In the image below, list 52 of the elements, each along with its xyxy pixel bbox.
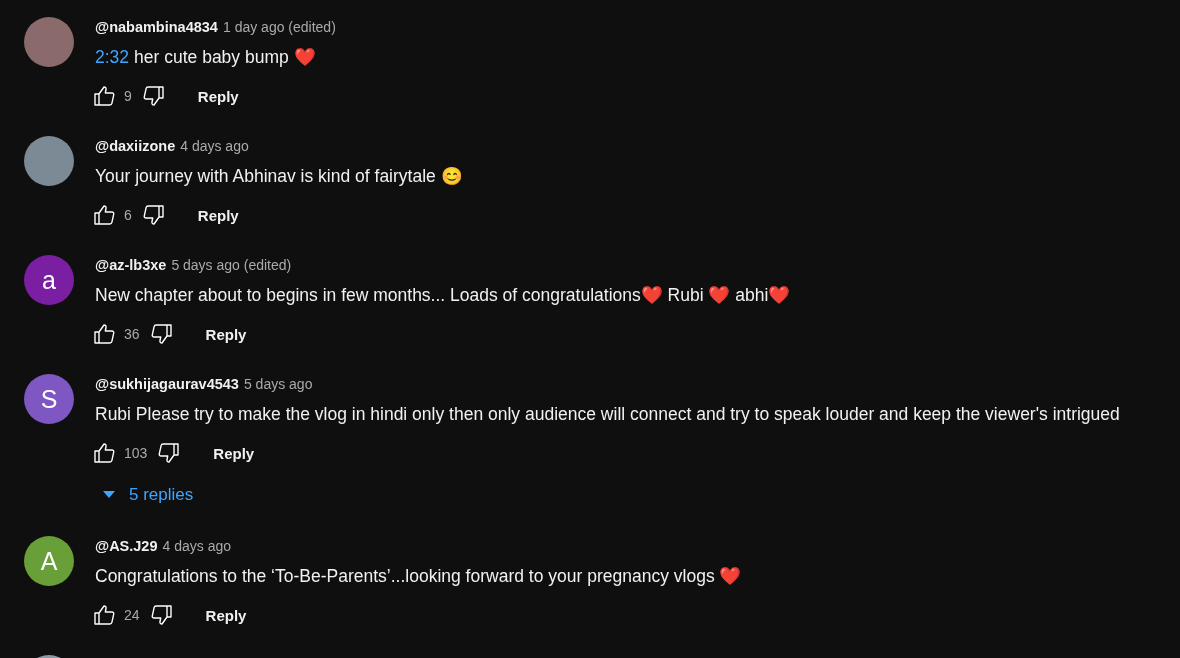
thumbs-down-icon bbox=[157, 441, 182, 465]
thumbs-up-icon bbox=[92, 603, 116, 627]
username-link[interactable]: @nabambina4834 bbox=[95, 17, 218, 37]
view-replies-button[interactable]: 5 replies bbox=[95, 477, 1120, 513]
comment-text: New chapter about to begins in few months... Loads of congratulations❤ Rubi ❤ abhi❤ bbox=[95, 284, 791, 307]
reply-button[interactable]: Reply bbox=[181, 200, 255, 230]
reply-button[interactable]: Reply bbox=[189, 319, 263, 349]
comment-time-link[interactable]: 1 day ago (edited) bbox=[222, 17, 336, 37]
reply-button[interactable]: Reply bbox=[189, 600, 263, 630]
like-count: 36 bbox=[124, 326, 140, 342]
username-link[interactable]: @az-lb3xe bbox=[95, 255, 167, 275]
comment-text: her cute baby bump ❤ bbox=[134, 46, 316, 69]
comment-time-link[interactable]: 5 days ago bbox=[243, 374, 313, 394]
thumbs-down-icon bbox=[149, 322, 174, 346]
thumbs-down-icon bbox=[141, 84, 166, 108]
like-button[interactable] bbox=[92, 203, 116, 227]
like-button[interactable] bbox=[92, 441, 116, 465]
dislike-button[interactable] bbox=[157, 441, 182, 465]
like-count: 6 bbox=[124, 207, 132, 223]
letter-avatar[interactable]: S bbox=[24, 374, 74, 424]
reply-button[interactable]: Reply bbox=[181, 81, 255, 111]
thumbs-down-icon bbox=[149, 603, 174, 627]
dislike-button[interactable] bbox=[141, 203, 166, 227]
like-button[interactable] bbox=[92, 84, 116, 108]
letter-avatar[interactable]: a bbox=[24, 255, 74, 305]
dislike-button[interactable] bbox=[141, 84, 166, 108]
thumbs-up-icon bbox=[92, 203, 116, 227]
like-button[interactable] bbox=[92, 603, 116, 627]
thumbs-up-icon bbox=[92, 441, 116, 465]
like-count: 103 bbox=[124, 445, 148, 461]
thumbs-up-icon bbox=[92, 322, 116, 346]
comment-text: Your journey with Abhinav is kind of fairytale 😊 bbox=[95, 165, 463, 188]
comment-text: Rubi Please try to make the vlog in hindi only then only audience will connect and try to speak louder and keep the viewer's intrigued bbox=[95, 403, 1120, 426]
comment-time-link[interactable]: 4 days ago bbox=[180, 136, 249, 156]
username-link[interactable]: @sukhijagaurav4543 bbox=[95, 374, 239, 394]
like-button[interactable] bbox=[92, 322, 116, 346]
thumbs-up-icon bbox=[92, 84, 116, 108]
comment-time-link[interactable]: 5 days ago (edited) bbox=[171, 255, 292, 275]
dislike-button[interactable] bbox=[149, 322, 174, 346]
reply-button[interactable]: Reply bbox=[197, 438, 271, 468]
like-count: 24 bbox=[124, 607, 140, 623]
timestamp-link[interactable]: 2:32 bbox=[95, 45, 130, 69]
comment-text: Congratulations to the ‘To-Be-Parents’...looking forward to your pregnancy vlogs ❤ bbox=[95, 565, 742, 588]
username-link[interactable]: @AS.J29 bbox=[95, 536, 158, 556]
avatar-photo-placeholder[interactable] bbox=[24, 136, 74, 186]
like-count: 9 bbox=[124, 88, 132, 104]
thumbs-down-icon bbox=[141, 203, 166, 227]
dislike-button[interactable] bbox=[149, 603, 174, 627]
comment-time-link[interactable]: 4 days ago bbox=[162, 536, 231, 556]
caret-down-icon bbox=[103, 491, 115, 499]
username-link[interactable]: @daxiizone bbox=[95, 136, 176, 156]
avatar-photo-placeholder[interactable] bbox=[24, 17, 74, 67]
